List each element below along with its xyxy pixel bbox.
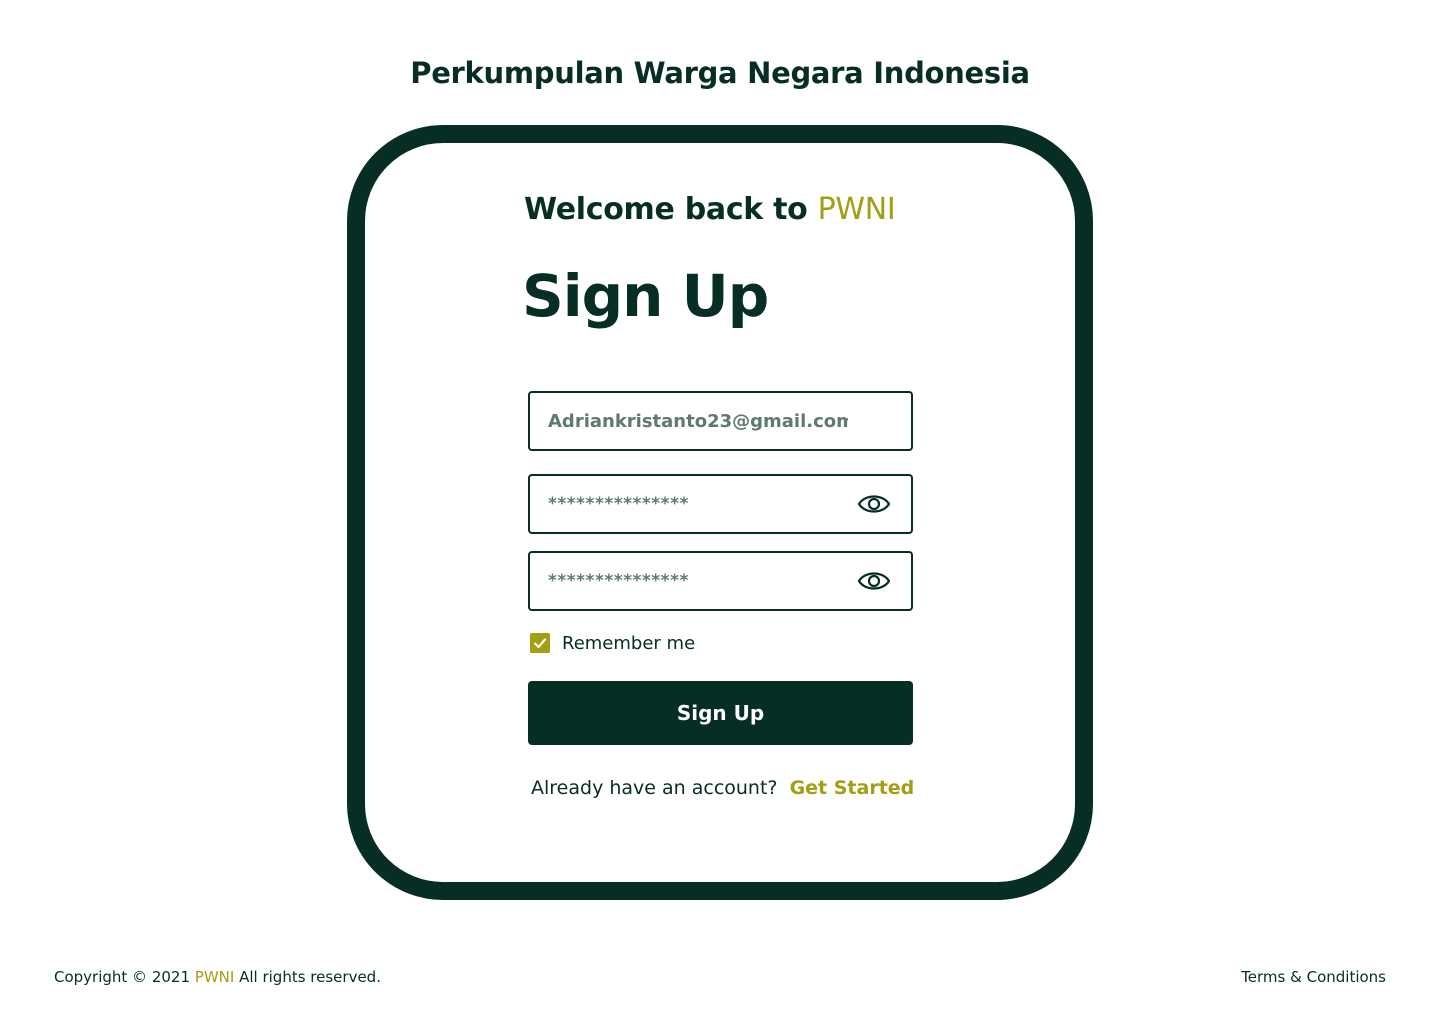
email-input[interactable] [548, 393, 848, 449]
email-field[interactable] [528, 391, 913, 451]
eye-icon[interactable] [857, 490, 891, 518]
site-title: Perkumpulan Warga Negara Indonesia [410, 56, 1030, 90]
welcome-brand: PWNI [817, 192, 896, 227]
password-input[interactable] [548, 476, 848, 532]
welcome-text: Welcome back to PWNI [524, 192, 896, 227]
account-prompt-text: Already have an account? [531, 777, 778, 799]
password-field[interactable] [528, 474, 913, 534]
copyright-brand: PWNI [194, 968, 235, 986]
account-prompt: Already have an account? Get Started [531, 777, 914, 799]
confirm-password-field[interactable] [528, 551, 913, 611]
signup-button[interactable]: Sign Up [528, 681, 913, 745]
page-title: Sign Up [522, 262, 769, 330]
copyright-suffix: All rights reserved. [239, 968, 381, 986]
copyright: Copyright © 2021 PWNI All rights reserve… [54, 968, 381, 986]
eye-icon[interactable] [857, 567, 891, 595]
get-started-link[interactable]: Get Started [790, 777, 915, 799]
terms-link[interactable]: Terms & Conditions [1241, 968, 1386, 986]
copyright-prefix: Copyright © 2021 [54, 968, 191, 986]
remember-checkbox[interactable] [530, 633, 550, 653]
welcome-prefix: Welcome back to [524, 192, 808, 227]
checkmark-icon [533, 638, 547, 649]
confirm-password-input[interactable] [548, 553, 848, 609]
remember-me[interactable]: Remember me [530, 632, 695, 654]
remember-label: Remember me [562, 632, 696, 654]
